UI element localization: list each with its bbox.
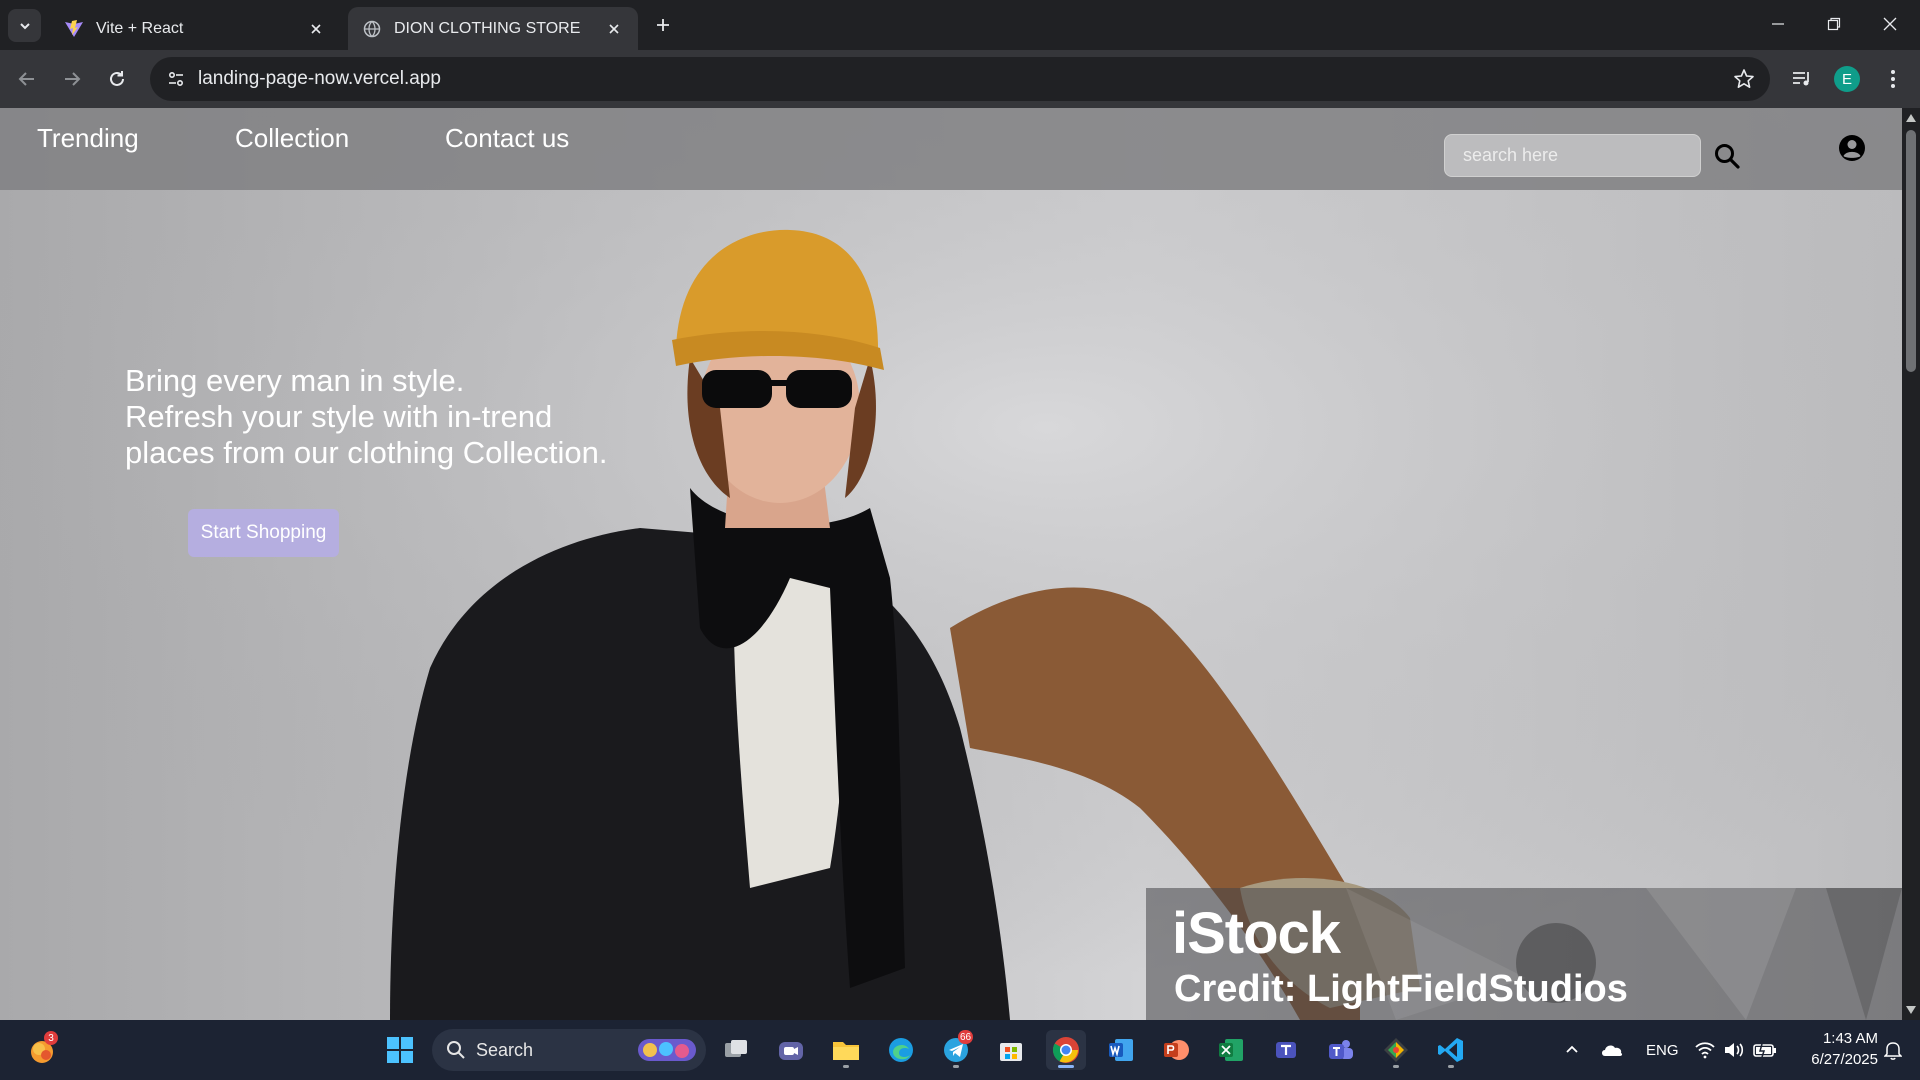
reload-icon: [110, 71, 124, 86]
browser-toolbar: landing-page-now.vercel.app E: [0, 50, 1920, 108]
close-icon: [1883, 17, 1897, 31]
telegram-icon[interactable]: 66: [936, 1030, 976, 1070]
back-button[interactable]: [10, 62, 44, 96]
profile-button[interactable]: E: [1830, 62, 1864, 96]
chevron-down-icon: [19, 22, 30, 29]
notification-badge: 66: [958, 1030, 974, 1044]
bookmark-star-icon[interactable]: [1732, 67, 1756, 91]
microsoft-store-icon[interactable]: [991, 1030, 1031, 1070]
site-navbar: Trending Collection Contact us: [0, 108, 1902, 190]
word-icon[interactable]: [1101, 1030, 1141, 1070]
running-indicator: [1448, 1065, 1454, 1068]
teams-classic-icon[interactable]: [1266, 1030, 1306, 1070]
avatar: E: [1834, 66, 1860, 92]
clock-time[interactable]: 1:43 AM: [1806, 1030, 1878, 1047]
teams-icon[interactable]: [1321, 1030, 1361, 1070]
restore-button[interactable]: [1806, 0, 1862, 48]
start-button[interactable]: [380, 1030, 420, 1070]
taskbar-search[interactable]: Search: [432, 1029, 706, 1071]
site-info-icon[interactable]: [154, 57, 198, 101]
minimize-button[interactable]: [1750, 0, 1806, 48]
meet-app-icon[interactable]: [771, 1030, 811, 1070]
search-icon: [1715, 144, 1740, 169]
close-icon[interactable]: [306, 19, 326, 39]
hero-model-photo: [0, 108, 1902, 1020]
plus-icon: [657, 19, 669, 31]
new-tab-button[interactable]: [650, 12, 676, 38]
running-indicator: [1393, 1065, 1399, 1068]
tab-vite-react[interactable]: Vite + React: [50, 7, 340, 50]
start-shopping-button[interactable]: Start Shopping: [188, 509, 339, 557]
page-scrollbar[interactable]: [1902, 108, 1920, 1020]
hero-line: Bring every man in style.: [125, 363, 465, 398]
windows-icon: [387, 1037, 413, 1063]
arrow-left-icon: [18, 72, 34, 86]
chevron-up-icon: [1566, 1045, 1578, 1053]
istock-watermark: iStock Credit: LightFieldStudios: [1146, 888, 1902, 1020]
dev-tool-icon[interactable]: [1376, 1030, 1416, 1070]
tab-title: Vite + React: [96, 19, 184, 37]
user-circle-icon: [1839, 135, 1865, 161]
search-button[interactable]: [1711, 140, 1743, 172]
forward-button[interactable]: [55, 62, 89, 96]
tab-strip: Vite + React DION CLOTHING STORE: [0, 0, 1920, 50]
battery-icon[interactable]: [1748, 1030, 1782, 1070]
tab-dion-clothing-store[interactable]: DION CLOTHING STORE: [348, 7, 638, 50]
vite-icon: [64, 19, 84, 39]
address-bar[interactable]: landing-page-now.vercel.app: [150, 57, 1770, 101]
restore-icon: [1827, 17, 1841, 31]
minimize-icon: [1772, 23, 1784, 25]
browser-menu-button[interactable]: [1876, 62, 1910, 96]
hero-line: Refresh your style with in-trend: [125, 399, 553, 434]
task-view-icon[interactable]: [716, 1030, 756, 1070]
watermark-credit: Credit: LightFieldStudios: [1174, 968, 1628, 1010]
volume-icon[interactable]: [1717, 1030, 1751, 1070]
scroll-down-icon[interactable]: [1905, 1004, 1917, 1016]
globe-icon: [362, 19, 382, 39]
active-indicator: [1058, 1065, 1074, 1068]
url-text[interactable]: landing-page-now.vercel.app: [198, 68, 441, 90]
hero-headline: Bring every man in style. Refresh your s…: [125, 363, 745, 471]
powerpoint-icon[interactable]: [1156, 1030, 1196, 1070]
excel-icon[interactable]: [1211, 1030, 1251, 1070]
file-explorer-icon[interactable]: [826, 1030, 866, 1070]
clock-date[interactable]: 6/27/2025: [1796, 1051, 1878, 1068]
close-window-button[interactable]: [1862, 0, 1918, 48]
tab-title: DION CLOTHING STORE: [394, 19, 581, 37]
onedrive-icon[interactable]: [1592, 1030, 1632, 1070]
taskbar: 3 Search 66 ENG 1:43 AM 6/27/2025: [0, 1020, 1920, 1080]
edge-browser-icon[interactable]: [881, 1030, 921, 1070]
tab-search-button[interactable]: [8, 9, 41, 42]
web-page: Trending Collection Contact us Bring eve…: [0, 108, 1902, 1020]
running-indicator: [953, 1065, 959, 1068]
taskbar-search-label: Search: [476, 1039, 534, 1060]
notifications-bell-icon[interactable]: [1876, 1030, 1910, 1070]
search-icon: [447, 1041, 465, 1059]
nav-link-contact-us[interactable]: Contact us: [445, 123, 569, 154]
media-queue-icon: [1793, 72, 1809, 86]
nav-link-collection[interactable]: Collection: [235, 123, 349, 154]
arrow-right-icon: [65, 72, 81, 86]
running-indicator: [843, 1065, 849, 1068]
account-button[interactable]: [1836, 132, 1868, 164]
vscode-icon[interactable]: [1431, 1030, 1471, 1070]
watermark-brand: iStock: [1172, 901, 1341, 966]
chrome-icon[interactable]: [1046, 1030, 1086, 1070]
nav-link-trending[interactable]: Trending: [37, 123, 139, 154]
notification-badge: 3: [44, 1031, 58, 1045]
search-input[interactable]: [1444, 134, 1701, 177]
hero-line: places from our clothing Collection.: [125, 435, 608, 470]
reload-button[interactable]: [100, 62, 134, 96]
close-icon[interactable]: [604, 19, 624, 39]
language-indicator[interactable]: ENG: [1646, 1042, 1679, 1059]
search-highlight-icon: [638, 1039, 696, 1061]
show-hidden-icons-button[interactable]: [1552, 1030, 1592, 1070]
more-vertical-icon: [1891, 70, 1895, 88]
scroll-up-icon[interactable]: [1905, 112, 1917, 124]
media-control-button[interactable]: [1785, 62, 1819, 96]
scroll-thumb[interactable]: [1906, 130, 1916, 372]
widgets-app-icon[interactable]: 3: [22, 1030, 62, 1070]
